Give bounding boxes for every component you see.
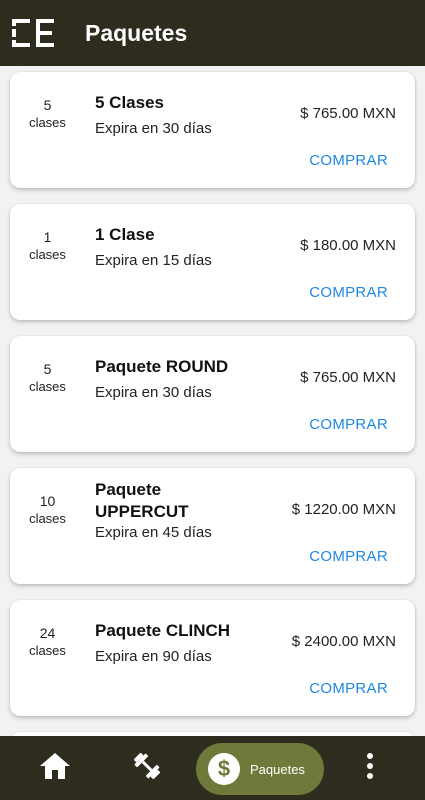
dumbbell-icon (131, 750, 163, 787)
class-count-number: 5 (43, 97, 52, 113)
class-count-number: 5 (43, 361, 52, 377)
page-title: Paquetes (85, 19, 188, 46)
class-count-unit: clases (29, 115, 66, 130)
buy-button[interactable]: COMPRAR (309, 152, 388, 169)
class-count-unit: clases (29, 379, 66, 394)
package-expiry: Expira en 90 días (95, 648, 212, 665)
bottom-navigation: $ Paquetes (0, 736, 425, 800)
package-name: 1 Clase (95, 225, 155, 244)
package-price: $ 180.00 MXN (300, 237, 396, 254)
class-count: 24 clases (10, 624, 85, 660)
package-card: 5 clases Paquete ROUND Expira en 30 días… (10, 336, 415, 452)
package-name: Paquete ROUND (95, 357, 229, 376)
package-expiry: Expira en 30 días (95, 384, 212, 401)
buy-button[interactable]: COMPRAR (309, 548, 388, 565)
package-expiry: Expira en 15 días (95, 252, 212, 269)
app-bar: Paquetes (0, 0, 425, 66)
package-price: $ 2400.00 MXN (291, 633, 396, 650)
package-card: 10 clases Paquete UPPERCUT Expira en 45 … (10, 468, 415, 584)
class-count-number: 10 (39, 493, 56, 509)
package-card: 1 clases 1 Clase Expira en 15 días $ 180… (10, 204, 415, 320)
more-vertical-icon (365, 752, 375, 785)
class-count: 1 clases (10, 228, 85, 264)
package-list[interactable]: 5 clases 5 Clases Expira en 30 días $ 76… (0, 66, 425, 736)
class-count: 5 clases (10, 360, 85, 396)
nav-home[interactable] (30, 736, 80, 800)
package-price: $ 1220.00 MXN (291, 501, 396, 518)
class-count-unit: clases (29, 643, 66, 658)
buy-button[interactable]: COMPRAR (309, 284, 388, 301)
package-price: $ 765.00 MXN (300, 105, 396, 122)
class-count-unit: clases (29, 247, 66, 262)
buy-button[interactable]: COMPRAR (309, 680, 388, 697)
buy-button[interactable]: COMPRAR (309, 416, 388, 433)
package-expiry: Expira en 30 días (95, 120, 212, 137)
nav-workouts[interactable] (122, 736, 172, 800)
class-count-unit: clases (29, 511, 66, 526)
home-icon (39, 751, 71, 786)
class-count-number: 1 (43, 229, 52, 245)
package-name: Paquete UPPERCUT (95, 480, 189, 521)
dollar-icon: $ (208, 753, 240, 785)
package-name: Paquete CLINCH (95, 621, 231, 640)
class-count-number: 24 (39, 625, 56, 641)
app-logo-icon[interactable] (10, 16, 56, 50)
package-expiry: Expira en 45 días (95, 524, 212, 541)
nav-packages-label: Paquetes (250, 761, 305, 777)
package-card: 5 clases 5 Clases Expira en 30 días $ 76… (10, 72, 415, 188)
class-count: 10 clases (10, 492, 85, 528)
package-price: $ 765.00 MXN (300, 369, 396, 386)
nav-packages[interactable]: $ Paquetes (196, 743, 324, 795)
package-card: 24 clases Paquete CLINCH Expira en 90 dí… (10, 600, 415, 716)
nav-more[interactable] (350, 736, 390, 800)
package-name: 5 Clases (95, 93, 164, 112)
class-count: 5 clases (10, 96, 85, 132)
